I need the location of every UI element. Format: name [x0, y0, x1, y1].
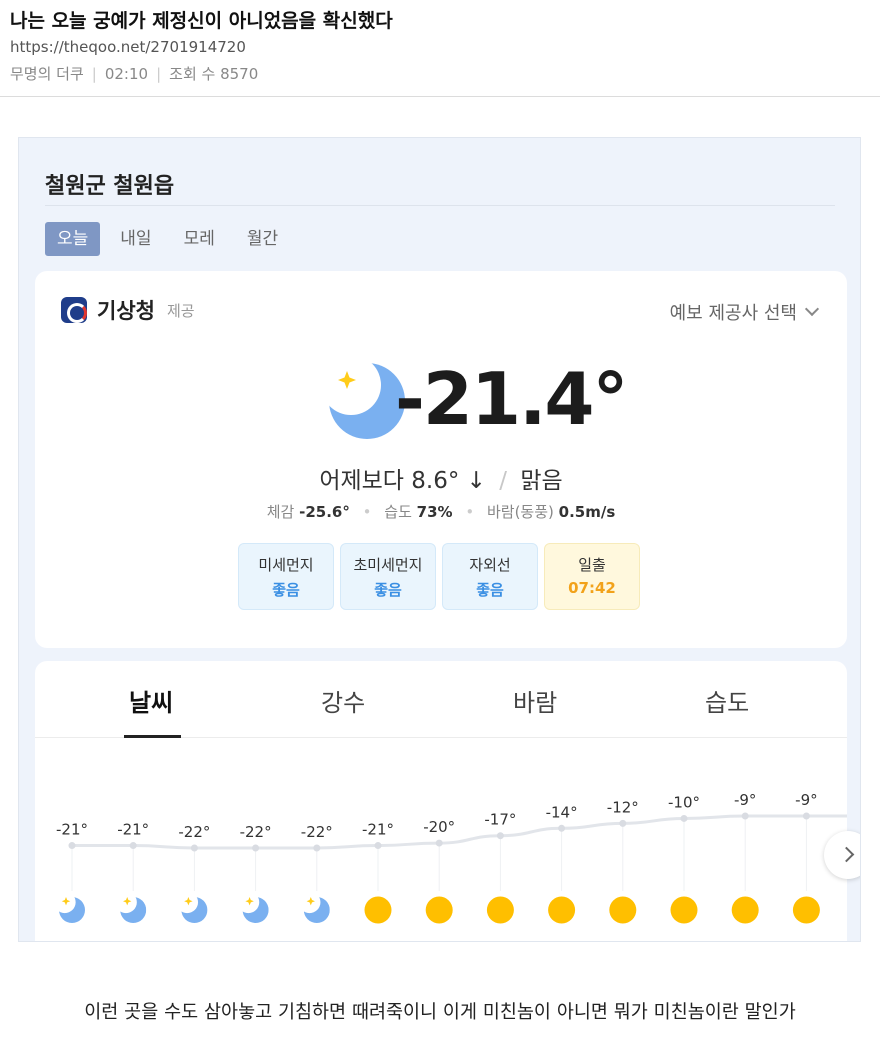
current-weather-card: 기상청 제공 예보 제공사 선택 -21.4° 어제보다 8.6° ↓ / 맑음	[35, 271, 847, 648]
hour-temperature: -22°	[301, 823, 333, 841]
provider: 기상청 제공	[61, 295, 195, 325]
temperature-point	[374, 842, 382, 850]
meta-separator: |	[156, 64, 162, 83]
air-value: 07:42	[568, 579, 616, 597]
provider-select-dropdown[interactable]: 예보 제공사 선택	[669, 299, 820, 325]
tab-wind[interactable]: 바람	[513, 683, 557, 718]
provider-name: 기상청	[97, 299, 155, 323]
compare-value: 8.6° ↓	[411, 468, 486, 494]
temperature-point	[68, 842, 76, 850]
tab-day-after[interactable]: 모레	[172, 222, 227, 256]
provider-sub: 제공	[166, 301, 195, 320]
tab-tomorrow[interactable]: 내일	[108, 222, 163, 256]
temperature-point	[313, 844, 321, 852]
hour-temperature: -21°	[56, 821, 88, 839]
post-views: 조회 수 8570	[169, 65, 259, 83]
hour-temperature: -22°	[240, 823, 272, 841]
air-uv[interactable]: 자외선 좋음	[442, 543, 538, 610]
temperature-point	[802, 812, 810, 820]
post-author[interactable]: 무명의 더쿠	[10, 63, 84, 84]
dot-separator: •	[362, 503, 372, 521]
post-header: 나는 오늘 궁예가 제정신이 아니었음을 확신했다 https://theqoo…	[0, 0, 880, 97]
temperature-point	[129, 842, 137, 850]
air-value: 좋음	[374, 581, 402, 599]
feels-label: 체감	[266, 503, 295, 521]
condition: 맑음	[520, 468, 563, 494]
hour-temperature: -12°	[607, 798, 639, 816]
post-url[interactable]: https://theqoo.net/2701914720	[10, 38, 246, 56]
compare-prefix: 어제보다	[319, 468, 404, 494]
yesterday-compare: 어제보다 8.6° ↓ / 맑음	[35, 461, 847, 495]
hour-temperature: -9°	[734, 791, 756, 809]
temperature-point	[252, 844, 260, 852]
temperature-point	[435, 839, 443, 847]
temperature-point	[741, 812, 749, 820]
hourly-forecast-card: 날씨 강수 바람 습도 -21° 03시 -21° 04시 -22° 05시 -22° 06시…	[35, 661, 860, 941]
air-label: 초미세먼지	[353, 556, 423, 574]
divider	[45, 205, 835, 206]
air-value: 좋음	[476, 581, 504, 599]
hour-temperature: -14°	[546, 803, 578, 821]
temperature-point	[558, 824, 566, 832]
day-tabs: 오늘 내일 모레 월간	[45, 222, 298, 256]
hourly-chart: -21°03시-21°04시-22°05시-22°06시-22°07시-21°0…	[56, 791, 847, 924]
sun-icon	[731, 896, 759, 924]
air-value: 좋음	[272, 581, 300, 599]
location-title: 철원군 철원읍	[45, 174, 175, 199]
meta-separator: |	[91, 64, 97, 83]
post-meta: 무명의 더쿠 | 02:10 | 조회 수 8570	[10, 63, 258, 84]
sun-icon	[609, 896, 637, 924]
tab-monthly[interactable]: 월간	[235, 222, 290, 256]
temperature-point	[496, 832, 504, 840]
post-time: 02:10	[104, 64, 149, 83]
hour-temperature: -17°	[484, 811, 516, 829]
hour-temperature: -22°	[178, 823, 210, 841]
humidity-value: 73%	[416, 503, 453, 521]
tab-weather[interactable]: 날씨	[129, 683, 173, 718]
hour-temperature: -10°	[668, 793, 700, 811]
air-quality-row: 미세먼지 좋음 초미세먼지 좋음 자외선 좋음 일출 07:42	[238, 543, 646, 610]
provider-select-label: 예보 제공사 선택	[669, 303, 797, 324]
humidity-label: 습도	[384, 503, 412, 521]
weather-screenshot: 철원군 철원읍 오늘 내일 모레 월간 기상청 제공 예보 제공사 선택 -21…	[18, 137, 861, 942]
hour-temperature: -21°	[117, 821, 149, 839]
temperature-point	[680, 814, 688, 822]
post-title: 나는 오늘 궁예가 제정신이 아니었음을 확신했다	[10, 10, 393, 32]
wind-label: 바람(동풍)	[486, 503, 554, 521]
air-sunrise[interactable]: 일출 07:42	[544, 543, 640, 610]
hour-temperature: -20°	[423, 818, 455, 836]
air-fine-dust[interactable]: 미세먼지 좋음	[238, 543, 334, 610]
air-ultrafine-dust[interactable]: 초미세먼지 좋음	[340, 543, 436, 610]
sun-icon	[548, 896, 576, 924]
sun-icon	[486, 896, 514, 924]
hour-temperature: -21°	[362, 821, 394, 839]
sun-icon	[425, 896, 453, 924]
chevron-down-icon	[804, 301, 820, 317]
air-label: 미세먼지	[258, 556, 314, 574]
tab-humidity[interactable]: 습도	[705, 683, 749, 718]
tab-today[interactable]: 오늘	[45, 222, 101, 256]
air-label: 자외선	[469, 556, 511, 574]
hourly-tabs: 날씨 강수 바람 습도	[35, 661, 847, 738]
sun-icon	[364, 896, 392, 924]
temperature-point	[619, 819, 627, 827]
current-temperature: -21.4°	[395, 357, 629, 441]
post-caption: 이런 곳을 수도 삼아놓고 기침하면 때려죽이니 이게 미친놈이 아니면 뭐가 …	[84, 1002, 796, 1023]
active-tab-underline	[124, 735, 181, 738]
hour-temperature: -9°	[795, 791, 817, 809]
air-label: 일출	[578, 556, 606, 574]
tab-precipitation[interactable]: 강수	[321, 683, 365, 718]
kma-logo-icon	[61, 297, 87, 323]
feels-value: -25.6°	[299, 503, 350, 521]
sun-icon	[792, 896, 820, 924]
sun-icon	[670, 896, 698, 924]
dot-separator: •	[465, 503, 475, 521]
slash-divider: /	[499, 468, 508, 494]
weather-details: 체감 -25.6° • 습도 73% • 바람(동풍) 0.5m/s	[35, 501, 847, 522]
temperature-point	[190, 844, 198, 852]
wind-value: 0.5m/s	[558, 503, 616, 521]
